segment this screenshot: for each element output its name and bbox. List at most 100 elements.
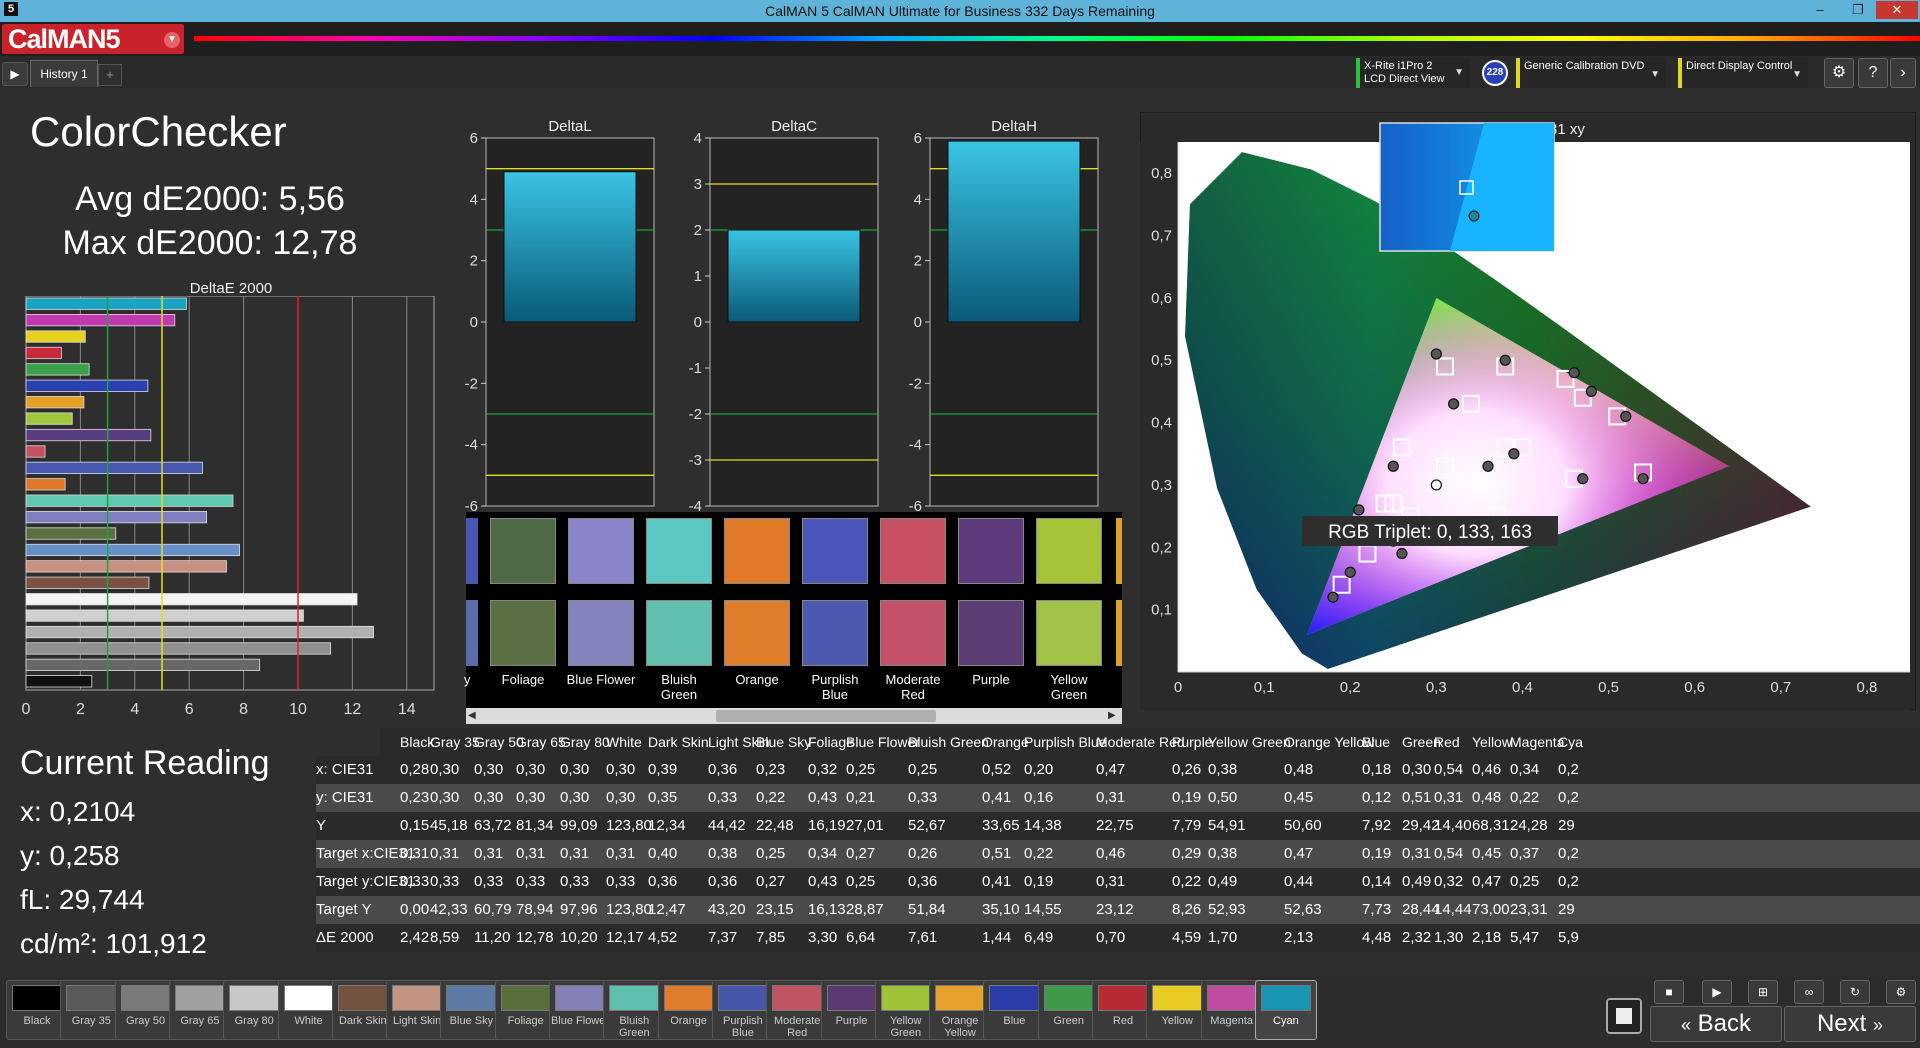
- swatch-button-gray-65[interactable]: Gray 65: [168, 980, 231, 1040]
- tab-history[interactable]: History 1: [30, 60, 98, 87]
- swatch-button-light-skin[interactable]: Light Skin: [386, 980, 449, 1040]
- bar-green: [25, 363, 90, 376]
- swatch-button-blue[interactable]: Blue: [983, 980, 1046, 1040]
- swatch-button-cyan[interactable]: Cyan: [1254, 980, 1317, 1040]
- bar-gray-65: [25, 625, 375, 639]
- swatch-top: [490, 518, 556, 584]
- swatch-button-bluish-green[interactable]: Bluish Green: [603, 980, 666, 1040]
- table-cell: 0,44: [1284, 873, 1314, 890]
- refresh-icon[interactable]: ↻: [1840, 980, 1870, 1004]
- table-cell: 14,40: [1434, 817, 1472, 834]
- chevron-right-icon[interactable]: ›: [1890, 58, 1916, 88]
- minimize-icon[interactable]: –: [1808, 1, 1832, 19]
- swatch-button-foliage[interactable]: Foliage: [494, 980, 557, 1040]
- restore-icon[interactable]: ❐: [1846, 1, 1870, 19]
- swatch-button-gray-80[interactable]: Gray 80: [223, 980, 286, 1040]
- table-cell: 0,25: [846, 873, 876, 890]
- play-next-icon[interactable]: ▶: [1702, 980, 1732, 1004]
- measure-icon[interactable]: ⊞: [1748, 980, 1778, 1004]
- swatch-button-gray-50[interactable]: Gray 50: [114, 980, 177, 1040]
- swatch-top: [802, 518, 868, 584]
- record-stop-icon[interactable]: ■: [1654, 980, 1684, 1004]
- table-cell: 0,31: [400, 845, 430, 862]
- table-cell: 0,37: [1510, 845, 1540, 862]
- gear-icon[interactable]: ⚙: [1824, 58, 1854, 88]
- swatch-button-orange-yellow[interactable]: Orange Yellow: [929, 980, 992, 1040]
- continuous-icon[interactable]: ∞: [1794, 980, 1824, 1004]
- table-cell: 1,44: [982, 929, 1012, 946]
- swatch-button-yellow-green[interactable]: Yellow Green: [874, 980, 937, 1040]
- swatch-top: [724, 518, 790, 584]
- measured-point: [1387, 460, 1399, 472]
- table-cell: 52,93: [1208, 901, 1246, 918]
- meter-name: X-Rite i1Pro 2: [1364, 60, 1433, 72]
- swatch-bottom: [880, 600, 946, 666]
- measured-point: [1430, 479, 1442, 491]
- swatch-button-blue-sky[interactable]: Blue Sky: [440, 980, 503, 1040]
- table-cell: 0,30: [1402, 761, 1432, 778]
- scroll-left-icon[interactable]: ◀: [468, 709, 480, 723]
- swatch-button-orange[interactable]: Orange: [657, 980, 720, 1040]
- table-cell: 51,84: [908, 901, 946, 918]
- swatch-partial-label: y: [464, 672, 471, 687]
- meter-badge[interactable]: 228: [1482, 60, 1508, 86]
- table-cell: 14,55: [1024, 901, 1062, 918]
- back-button[interactable]: « Back: [1650, 1006, 1782, 1042]
- swatch-button-black[interactable]: Black: [6, 980, 68, 1040]
- swatch-button-gray-35[interactable]: Gray 35: [60, 980, 123, 1040]
- swatch-scrollbar[interactable]: ◀ ▶: [466, 708, 1122, 724]
- scroll-thumb[interactable]: [716, 710, 936, 722]
- swatch-button-moderate-red[interactable]: Moderate Red: [766, 980, 829, 1040]
- table-cell: 5,9: [1558, 929, 1579, 946]
- calman-logo-menu[interactable]: CalMAN5 ▼: [2, 24, 184, 54]
- swatch-button-blue-flower[interactable]: Blue Flower: [549, 980, 611, 1040]
- swatch-button-purplish-blue[interactable]: Purplish Blue: [711, 980, 774, 1040]
- y-tick-label: -4: [689, 498, 702, 512]
- swatch-label: Light Skin: [392, 1015, 442, 1027]
- swatch-button-dark-skin[interactable]: Dark Skin: [331, 980, 394, 1040]
- swatch-bottom: [1036, 600, 1102, 666]
- display-selector[interactable]: Direct Display Control ▼: [1678, 58, 1808, 88]
- table-cell: 27,01: [846, 817, 884, 834]
- swatch-button-green[interactable]: Green: [1037, 980, 1100, 1040]
- swatch-top: [1036, 518, 1102, 584]
- table-cell: 60,79: [474, 901, 512, 918]
- help-icon[interactable]: ?: [1858, 58, 1888, 88]
- swatch-color: [717, 985, 768, 1011]
- current-reading-title: Current Reading: [20, 744, 270, 782]
- swatch-button-magenta[interactable]: Magenta: [1200, 980, 1263, 1040]
- swatch-bottom: [724, 600, 790, 666]
- swatch-label: Purple: [835, 1015, 868, 1027]
- play-icon[interactable]: ▶: [2, 62, 28, 86]
- column-header: Yellow Green: [1208, 734, 1291, 750]
- next-button[interactable]: Next »: [1784, 1006, 1916, 1042]
- table-cell: 33,65: [982, 817, 1020, 834]
- bar-purplish-blue: [25, 461, 203, 474]
- swatch-button-white[interactable]: White: [277, 980, 340, 1040]
- table-cell: 97,96: [560, 901, 598, 918]
- column-header: Dark Skin: [648, 734, 709, 750]
- scroll-right-icon[interactable]: ▶: [1108, 709, 1120, 723]
- swatch-button-yellow[interactable]: Yellow: [1146, 980, 1209, 1040]
- table-cell: 0,2: [1558, 873, 1579, 890]
- table-cell: 0,47: [1472, 873, 1502, 890]
- table-cell: 24,28: [1510, 817, 1548, 834]
- table-row: Y 0,15 45,18 63,72 81,34 99,09 123,80 12,34 44,4…: [316, 812, 1920, 840]
- close-icon[interactable]: ✕: [1876, 1, 1918, 19]
- chevron-right-icon: »: [1873, 1015, 1884, 1035]
- swatch-color: [1152, 985, 1203, 1011]
- settings-small-icon[interactable]: ⚙: [1886, 980, 1916, 1004]
- y-tick-label: 6: [470, 130, 478, 147]
- source-selector[interactable]: Generic Calibration DVD ▼: [1516, 58, 1666, 88]
- measured-point: [1396, 547, 1408, 560]
- logo-text: CalMAN5: [8, 24, 121, 54]
- table-cell: 0,31: [560, 845, 590, 862]
- stop-icon[interactable]: [1606, 998, 1642, 1034]
- swatch-button-red[interactable]: Red: [1092, 980, 1154, 1040]
- swatch-button-purple[interactable]: Purple: [820, 980, 883, 1040]
- table-header: Black Gray 35 Gray 50 Gray 65 Gray 80 White Da…: [380, 728, 1920, 756]
- deltac-chart: DeltaC 4 3 2 1 0 -1 -2 -3 -4: [689, 118, 879, 512]
- swatch-label: Blue Flower: [550, 1015, 610, 1027]
- meter-selector[interactable]: X-Rite i1Pro 2 LCD Direct View ▼: [1356, 58, 1470, 88]
- add-tab-icon[interactable]: +: [98, 64, 122, 86]
